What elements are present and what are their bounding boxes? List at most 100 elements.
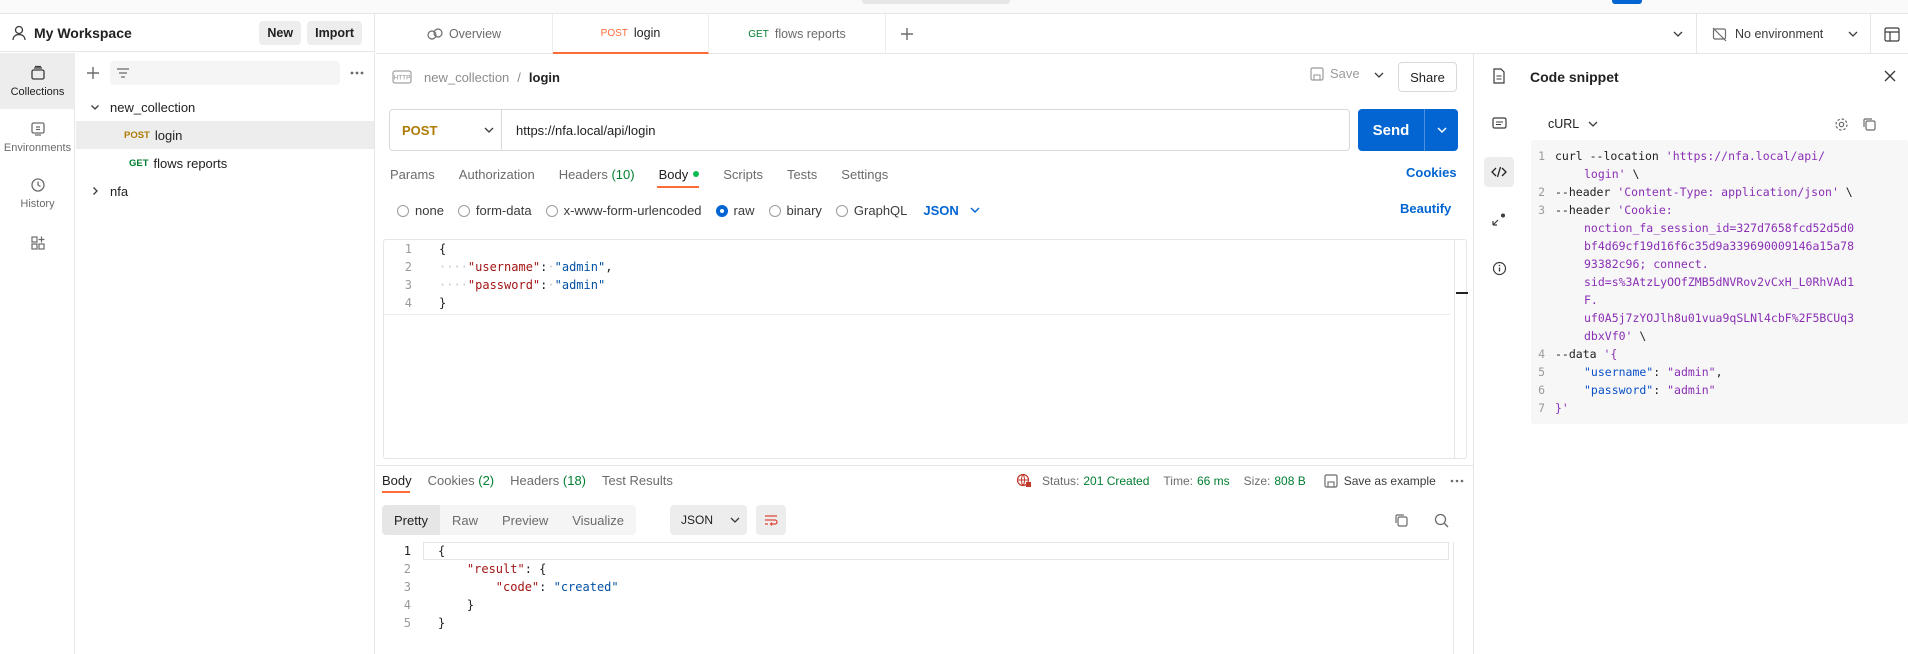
- body-line-numbers: 1 2 3 4: [404, 242, 412, 310]
- radio-raw[interactable]: raw: [715, 203, 755, 218]
- response-format-select[interactable]: JSON: [670, 505, 747, 535]
- copy-icon[interactable]: [1394, 513, 1409, 528]
- subtab-tests[interactable]: Tests: [787, 167, 817, 182]
- environment-quick-look-icon[interactable]: [1884, 27, 1900, 42]
- plus-icon[interactable]: [86, 66, 100, 80]
- svg-text:HTTP: HTTP: [394, 75, 411, 82]
- info-icon[interactable]: [1484, 253, 1514, 283]
- tab-login[interactable]: POST login: [553, 14, 709, 54]
- more-options-icon[interactable]: [1450, 479, 1464, 483]
- beautify-link[interactable]: Beautify: [1400, 201, 1451, 216]
- tree-request-flows-reports[interactable]: GET flows reports: [76, 149, 374, 177]
- response-tab-test-results[interactable]: Test Results: [602, 473, 673, 488]
- editor-scroll-marker[interactable]: [1456, 292, 1468, 294]
- tab-label: flows reports: [774, 27, 846, 41]
- rail-history-label: History: [20, 197, 55, 210]
- send-button[interactable]: Send: [1358, 109, 1458, 151]
- response-tab-headers[interactable]: Headers (18): [510, 473, 586, 488]
- breadcrumb-collection[interactable]: new_collection: [424, 70, 509, 85]
- request-body-editor[interactable]: 1 2 3 4 { ····"username":·"admin", ····"…: [383, 239, 1468, 459]
- subtab-params[interactable]: Params: [390, 167, 435, 182]
- tree-collection[interactable]: new_collection: [76, 93, 374, 121]
- new-tab-plus-icon[interactable]: [900, 27, 914, 41]
- snippet-copy-icon[interactable]: [1862, 117, 1877, 132]
- response-body[interactable]: 1 2 3 4 5 { "result": { "code": "created…: [383, 542, 1467, 654]
- response-tab-body[interactable]: Body: [382, 473, 412, 488]
- snippet-language: cURL: [1548, 117, 1580, 131]
- radio-none[interactable]: none: [397, 203, 444, 218]
- related-collections-icon[interactable]: [1484, 205, 1514, 235]
- upgrade-button-edge[interactable]: [1612, 0, 1642, 4]
- subtab-authorization[interactable]: Authorization: [459, 167, 535, 182]
- comments-icon[interactable]: [1484, 109, 1514, 139]
- response-meta: Status: 201 Created Time: 66 ms Size: 80…: [1016, 473, 1464, 488]
- request-subtabs: Params Authorization Headers (10) Body S…: [390, 164, 888, 184]
- url-input[interactable]: https://nfa.local/api/login: [516, 123, 655, 138]
- rail-add-apps[interactable]: [0, 221, 75, 265]
- share-button[interactable]: Share: [1398, 62, 1457, 92]
- rail-history[interactable]: History: [0, 165, 75, 221]
- new-button[interactable]: New: [259, 20, 302, 45]
- save-button[interactable]: Save: [1310, 66, 1360, 81]
- body-format-select[interactable]: JSON: [923, 203, 980, 218]
- chevron-down-icon: [730, 517, 740, 523]
- body-type-options: none form-data x-www-form-urlencoded raw…: [397, 200, 981, 220]
- wrap-lines-button[interactable]: [756, 505, 786, 535]
- environment-label: No environment: [1735, 27, 1824, 41]
- collection-name: new_collection: [110, 99, 196, 115]
- wrap-lines-icon: [765, 515, 778, 526]
- view-preview[interactable]: Preview: [489, 505, 561, 535]
- chevron-right-icon: [90, 186, 100, 196]
- radio-graphql[interactable]: GraphQL: [835, 203, 907, 218]
- request-name: login: [154, 127, 183, 143]
- more-options-icon[interactable]: [350, 71, 364, 75]
- no-environment-icon: [1712, 27, 1727, 42]
- subtab-body[interactable]: Body: [659, 167, 700, 182]
- history-icon: [30, 177, 46, 193]
- headers-count: (10): [611, 166, 635, 182]
- documentation-icon[interactable]: [1484, 61, 1514, 91]
- send-dropdown-chevron-icon[interactable]: [1425, 125, 1458, 135]
- tab-flows-reports[interactable]: GET flows reports: [709, 14, 886, 54]
- view-visualize[interactable]: Visualize: [560, 505, 637, 535]
- radio-form-data[interactable]: form-data: [457, 203, 532, 218]
- save-dropdown-chevron-icon[interactable]: [1373, 70, 1385, 80]
- environment-selector[interactable]: No environment: [1712, 14, 1859, 54]
- radio-urlencoded[interactable]: x-www-form-urlencoded: [545, 203, 702, 218]
- subtab-scripts[interactable]: Scripts: [723, 167, 763, 182]
- chevron-down-icon: [90, 102, 100, 112]
- status-value[interactable]: 201 Created: [1083, 474, 1149, 488]
- time-value[interactable]: 66 ms: [1197, 474, 1230, 488]
- tabs-dropdown-chevron-icon[interactable]: [1672, 29, 1684, 39]
- search-bar-edge[interactable]: [862, 0, 1010, 4]
- save-as-example-button[interactable]: Save as example: [1324, 474, 1436, 488]
- radio-binary[interactable]: binary: [768, 203, 822, 218]
- snippet-language-select[interactable]: cURL: [1548, 117, 1599, 131]
- tree-folder-nfa[interactable]: nfa: [76, 177, 374, 205]
- tab-overview[interactable]: Overview: [376, 14, 553, 54]
- import-button[interactable]: Import: [307, 20, 362, 45]
- rail-collections[interactable]: Collections: [0, 53, 75, 109]
- top-strip: [0, 0, 1908, 14]
- method-select[interactable]: POST: [390, 110, 502, 150]
- snippet-settings-gear-icon[interactable]: [1834, 117, 1849, 132]
- search-icon[interactable]: [1434, 513, 1449, 528]
- size-value[interactable]: 808 B: [1274, 474, 1305, 488]
- workspace-title[interactable]: My Workspace: [34, 25, 253, 41]
- view-pretty[interactable]: Pretty: [382, 505, 440, 535]
- network-globe-icon[interactable]: [1016, 473, 1032, 488]
- request-title[interactable]: login: [529, 70, 560, 85]
- response-tab-cookies[interactable]: Cookies (2): [428, 473, 494, 488]
- code-snippet-icon[interactable]: [1484, 157, 1514, 187]
- collections-icon: [30, 65, 46, 81]
- sidebar-search-input[interactable]: [110, 61, 340, 85]
- cookies-link[interactable]: Cookies: [1406, 165, 1457, 180]
- view-raw[interactable]: Raw: [439, 505, 490, 535]
- tree-request-login[interactable]: POST login: [76, 121, 374, 149]
- subtab-headers[interactable]: Headers (10): [559, 167, 635, 182]
- overview-icon: [427, 28, 443, 40]
- close-icon[interactable]: [1884, 70, 1896, 82]
- rail-environments[interactable]: Environments: [0, 109, 75, 165]
- subtab-settings[interactable]: Settings: [841, 167, 888, 182]
- snippet-code[interactable]: 1 curl --location 'https://nfa.local/api/…: [1531, 140, 1908, 424]
